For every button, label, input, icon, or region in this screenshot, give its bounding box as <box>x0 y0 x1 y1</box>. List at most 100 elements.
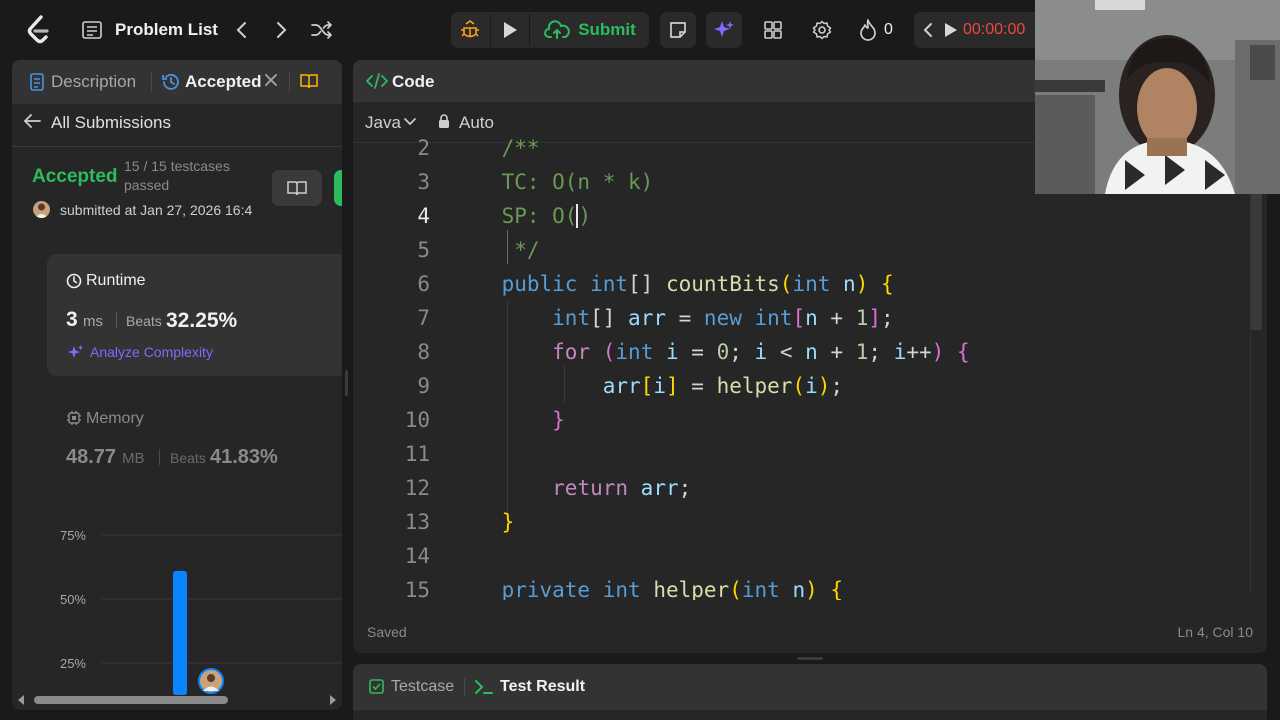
ai-sparkle-icon[interactable] <box>711 17 737 43</box>
history-icon <box>161 72 181 92</box>
list-icon[interactable] <box>80 18 104 42</box>
line-number: 11 <box>404 442 430 466</box>
panel-splitter[interactable] <box>345 370 348 396</box>
line-number: 13 <box>404 510 430 534</box>
line-number: 15 <box>404 578 430 598</box>
next-problem-icon[interactable] <box>271 18 293 42</box>
avatar <box>33 201 50 218</box>
lock-icon <box>438 114 450 129</box>
submit-button[interactable]: Submit <box>540 16 640 44</box>
line-number: 7 <box>417 306 430 330</box>
streak-fire-icon[interactable] <box>856 17 880 43</box>
line-number: 9 <box>417 374 430 398</box>
runtime-beats-value: 32.25% <box>166 309 238 332</box>
code-line: private int helper(int n) { <box>501 578 844 600</box>
code-line: return arr; <box>552 476 692 500</box>
memory-chip-icon <box>66 410 82 426</box>
editorial-book-icon[interactable] <box>300 73 318 89</box>
auto-mode[interactable]: Auto <box>459 113 494 133</box>
y-tick-label: 75% <box>60 528 86 543</box>
checkbox-icon <box>369 679 384 694</box>
all-submissions-link[interactable]: All Submissions <box>51 113 171 133</box>
timer-value: 00:00:00 <box>963 21 1026 38</box>
console-tab-bar: Testcase Test Result <box>353 664 1267 710</box>
code-brackets-icon <box>366 72 388 90</box>
left-tab-bar: Description Accepted <box>12 60 342 104</box>
tab-testcase[interactable]: Testcase <box>391 678 454 696</box>
sparkle-icon <box>68 344 84 360</box>
submit-label: Submit <box>578 20 636 39</box>
line-number-active: 4 <box>417 204 430 228</box>
webcam-video-image <box>1035 0 1280 194</box>
tab-description[interactable]: Description <box>51 72 136 92</box>
runtime-unit: ms <box>83 313 103 330</box>
submitted-at: submitted at Jan 27, 2026 16:4 <box>60 202 253 218</box>
shuffle-icon[interactable] <box>309 17 335 43</box>
close-tab-icon[interactable] <box>264 73 278 87</box>
runtime-value: 3 <box>66 308 78 331</box>
horizontal-scrollbar[interactable] <box>34 696 228 704</box>
user-runtime-bar[interactable] <box>173 570 187 695</box>
save-status: Saved <box>367 624 407 640</box>
code-line-active: SP: O() <box>451 204 592 228</box>
code-line: */ <box>451 238 540 262</box>
back-arrow-icon[interactable] <box>23 113 41 129</box>
analyze-complexity-link[interactable]: Analyze Complexity <box>90 344 213 360</box>
line-number: 3 <box>417 170 430 194</box>
solution-button[interactable] <box>272 170 322 206</box>
prev-problem-icon[interactable] <box>230 18 252 42</box>
tab-accepted[interactable]: Accepted <box>185 72 262 92</box>
line-number: 2 <box>417 136 430 160</box>
timer-play-icon[interactable] <box>940 19 962 41</box>
timer-collapse-icon[interactable] <box>918 19 938 41</box>
code-line: } <box>501 510 515 534</box>
settings-gear-icon[interactable] <box>809 17 835 43</box>
scroll-left-icon[interactable] <box>16 694 26 706</box>
code-line: public int[] countBits(int n) { <box>501 272 894 296</box>
debug-icon[interactable] <box>456 16 484 44</box>
line-number: 12 <box>404 476 430 500</box>
chevron-down-icon[interactable] <box>403 117 417 127</box>
runtime-beats-label: Beats <box>126 313 162 329</box>
problem-list-link[interactable]: Problem List <box>115 20 218 40</box>
line-number: 6 <box>417 272 430 296</box>
tab-test-result[interactable]: Test Result <box>500 678 585 696</box>
vertical-splitter[interactable] <box>797 657 823 660</box>
code-line: arr[i] = helper(i); <box>602 374 844 398</box>
memory-label: Memory <box>86 410 144 427</box>
description-icon <box>30 73 44 91</box>
scroll-right-icon[interactable] <box>328 694 338 706</box>
y-tick-label: 50% <box>60 592 86 607</box>
code-line: for (int i = 0; i < n + 1; i++) { <box>552 340 970 364</box>
testcases-count: 15 / 15 testcases <box>124 158 230 174</box>
webcam-overlay <box>1035 0 1280 194</box>
code-line: } <box>552 408 565 432</box>
code-line: TC: O(n * k) <box>451 170 654 194</box>
memory-unit: MB <box>122 450 145 467</box>
run-button[interactable] <box>497 17 523 43</box>
layout-icon[interactable] <box>760 18 786 42</box>
terminal-icon <box>474 678 494 696</box>
cursor-position: Ln 4, Col 10 <box>1177 624 1254 640</box>
testcases-passed: passed <box>124 177 170 193</box>
runtime-distribution-chart: 75% 50% 25% <box>60 528 342 695</box>
clock-icon <box>66 273 82 289</box>
line-number: 14 <box>404 544 430 568</box>
streak-count: 0 <box>884 21 893 38</box>
leetcode-logo-icon[interactable] <box>22 14 56 46</box>
cloud-upload-icon <box>544 20 571 39</box>
memory-beats-value: 41.83% <box>210 446 278 468</box>
editorial-green-button[interactable] <box>334 170 342 206</box>
y-tick-label: 25% <box>60 656 86 671</box>
line-number: 10 <box>404 408 430 432</box>
book-icon <box>287 181 307 196</box>
tab-code[interactable]: Code <box>392 72 435 92</box>
line-number: 8 <box>417 340 430 364</box>
notes-icon[interactable] <box>665 18 691 42</box>
console-panel: Testcase Test Result <box>353 664 1267 720</box>
runtime-label: Runtime <box>86 272 146 289</box>
left-panel: Description Accepted All Submissions Acc… <box>12 60 342 710</box>
language-select[interactable]: Java <box>365 113 401 133</box>
code-line: int[] arr = new int[n + 1]; <box>552 306 894 330</box>
line-number: 5 <box>417 238 430 262</box>
